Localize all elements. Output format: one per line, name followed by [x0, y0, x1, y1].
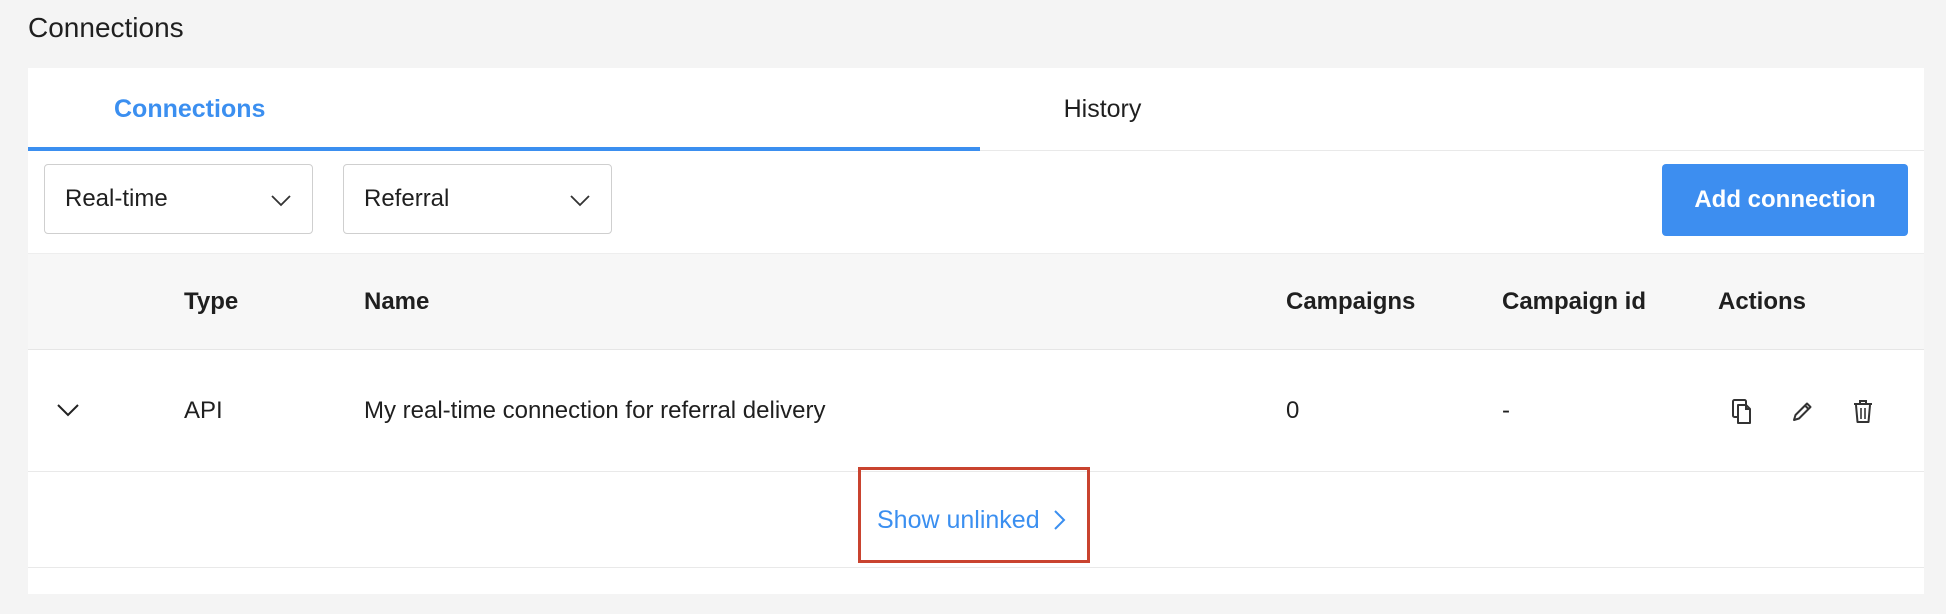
show-unlinked-label: Show unlinked	[877, 505, 1040, 534]
expand-row-chevron-icon[interactable]	[56, 398, 80, 422]
edit-icon[interactable]	[1788, 396, 1818, 426]
column-header-campaign-id: Campaign id	[1502, 287, 1647, 315]
column-header-campaigns: Campaigns	[1286, 287, 1416, 315]
connections-panel: Connections History Real-time Referral A…	[28, 68, 1924, 594]
category-select[interactable]: Referral	[343, 164, 612, 234]
column-header-name: Name	[364, 287, 430, 315]
tab-bar: Connections History	[28, 68, 1924, 151]
page-title: Connections	[28, 12, 184, 43]
table-row: API My real-time connection for referral…	[28, 350, 1924, 472]
category-value: Referral	[364, 185, 450, 212]
column-header-type: Type	[184, 287, 239, 315]
chevron-down-icon	[271, 195, 291, 207]
chevron-down-icon	[570, 195, 590, 207]
delivery-type-value: Real-time	[65, 185, 168, 212]
show-unlinked-row: Show unlinked	[28, 472, 1924, 568]
active-tab-indicator	[28, 147, 980, 151]
chevron-right-icon	[1053, 510, 1066, 530]
row-name: My real-time connection for referral del…	[364, 396, 826, 424]
trash-icon[interactable]	[1848, 396, 1878, 426]
column-header-actions: Actions	[1718, 287, 1807, 315]
row-campaign-id: -	[1502, 396, 1510, 424]
tab-history[interactable]: History	[980, 68, 1225, 150]
copy-icon[interactable]	[1728, 396, 1758, 426]
row-type: API	[184, 396, 223, 424]
row-campaigns: 0	[1286, 396, 1300, 424]
delivery-type-select[interactable]: Real-time	[44, 164, 313, 234]
add-connection-button[interactable]: Add connection	[1662, 164, 1908, 236]
table-header: Type Name Campaigns Campaign id Actions	[28, 253, 1924, 350]
show-unlinked-link[interactable]: Show unlinked	[877, 472, 1066, 568]
tab-connections[interactable]: Connections	[28, 68, 980, 150]
